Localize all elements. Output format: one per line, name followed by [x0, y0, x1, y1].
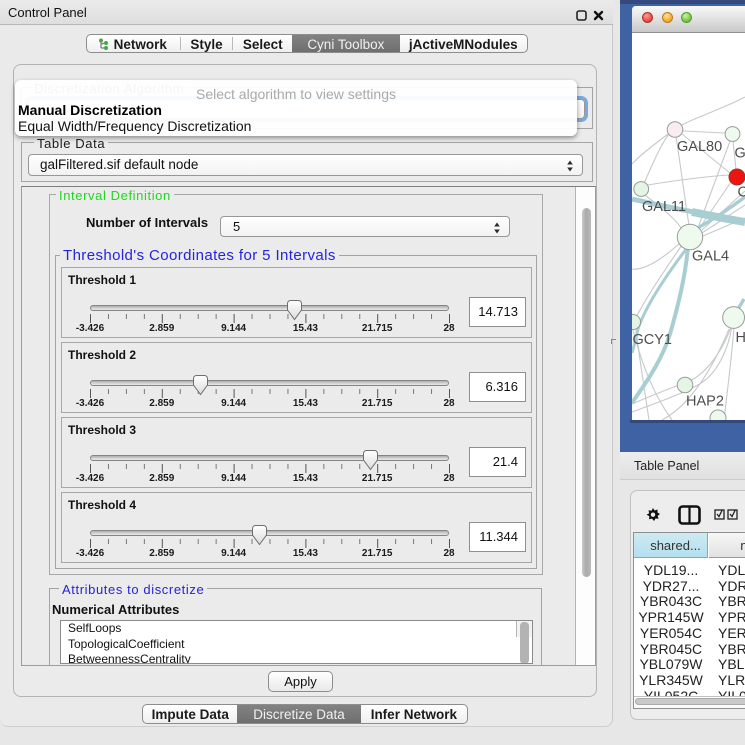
svg-text:GCY1: GCY1 — [633, 332, 673, 348]
svg-text:GAL4: GAL4 — [692, 249, 729, 265]
svg-text:C: C — [738, 185, 745, 201]
svg-text:GA: GA — [735, 146, 745, 162]
svg-text:GAL80: GAL80 — [677, 139, 722, 155]
svg-text:H: H — [736, 330, 745, 346]
svg-text:HAP2: HAP2 — [686, 394, 724, 410]
svg-text:GAL11: GAL11 — [642, 199, 686, 215]
